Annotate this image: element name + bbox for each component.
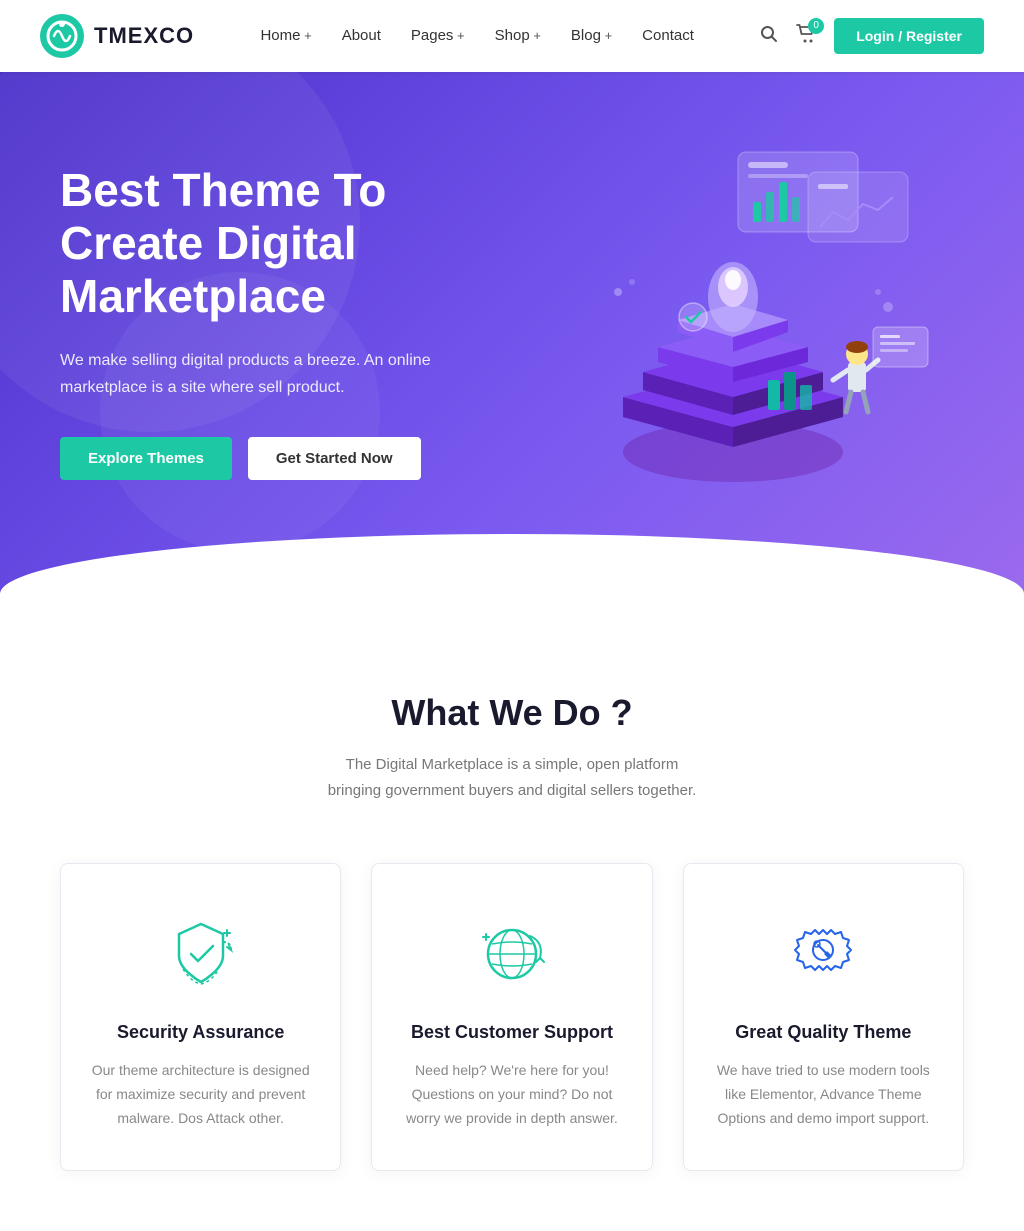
hero-illustration [512, 132, 964, 512]
nav-link-pages[interactable]: Pages [411, 27, 465, 44]
feature-title-quality: Great Quality Theme [714, 1022, 933, 1043]
nav-item-blog[interactable]: Blog [571, 27, 612, 45]
quality-icon [783, 914, 863, 994]
nav-link-home[interactable]: Home [260, 27, 311, 44]
support-icon [472, 914, 552, 994]
hero-subtitle: We make selling digital products a breez… [60, 347, 440, 401]
section-title: What We Do ? [60, 692, 964, 734]
hero-curve [0, 534, 1024, 612]
hero-content: Best Theme To Create Digital Marketplace… [60, 164, 512, 480]
feature-desc-quality: We have tried to use modern tools like E… [714, 1059, 933, 1130]
brand-name: TMEXCO [94, 23, 194, 49]
feature-title-security: Security Assurance [91, 1022, 310, 1043]
login-register-button[interactable]: Login / Register [834, 18, 984, 54]
logo-icon [40, 14, 84, 58]
nav-item-pages[interactable]: Pages [411, 27, 465, 45]
section-subtitle: The Digital Marketplace is a simple, ope… [322, 752, 702, 803]
nav-link-about[interactable]: About [342, 27, 381, 44]
feature-desc-support: Need help? We're here for you! Questions… [402, 1059, 621, 1130]
feature-title-support: Best Customer Support [402, 1022, 621, 1043]
logo[interactable]: TMEXCO [40, 14, 194, 58]
get-started-button[interactable]: Get Started Now [248, 437, 421, 480]
feature-card-quality: Great Quality Theme We have tried to use… [683, 863, 964, 1171]
hero-buttons: Explore Themes Get Started Now [60, 437, 512, 480]
what-we-do-section: What We Do ? The Digital Marketplace is … [0, 612, 1024, 1231]
features-grid: Security Assurance Our theme architectur… [60, 863, 964, 1171]
cart-badge: 0 [808, 18, 824, 34]
security-icon [161, 914, 241, 994]
cart-icon[interactable]: 0 [796, 24, 816, 49]
nav-link-shop[interactable]: Shop [495, 27, 541, 44]
nav-links: Home About Pages Shop Blog Contact [260, 27, 693, 45]
hero-svg [538, 132, 938, 512]
explore-themes-button[interactable]: Explore Themes [60, 437, 232, 480]
hero-title: Best Theme To Create Digital Marketplace [60, 164, 512, 323]
nav-item-about[interactable]: About [342, 27, 381, 45]
feature-card-support: Best Customer Support Need help? We're h… [371, 863, 652, 1171]
feature-desc-security: Our theme architecture is designed for m… [91, 1059, 310, 1130]
hero-section: Best Theme To Create Digital Marketplace… [0, 72, 1024, 612]
nav-link-blog[interactable]: Blog [571, 27, 612, 44]
nav-right: 0 Login / Register [760, 18, 984, 54]
navbar: TMEXCO Home About Pages Shop Blog Contac… [0, 0, 1024, 72]
feature-card-security: Security Assurance Our theme architectur… [60, 863, 341, 1171]
nav-link-contact[interactable]: Contact [642, 27, 694, 44]
nav-item-contact[interactable]: Contact [642, 27, 694, 45]
nav-item-home[interactable]: Home [260, 27, 311, 45]
nav-item-shop[interactable]: Shop [495, 27, 541, 45]
search-icon[interactable] [760, 25, 778, 48]
